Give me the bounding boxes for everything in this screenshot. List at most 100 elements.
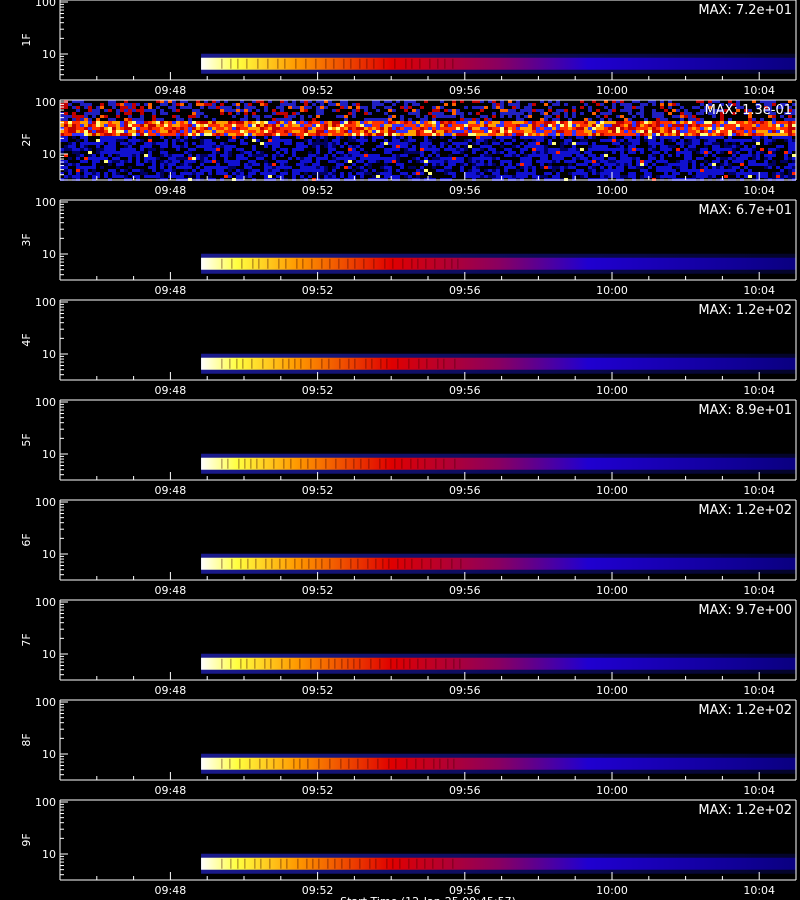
noise-cell <box>568 142 572 145</box>
noise-cell <box>432 160 436 163</box>
noise-cell <box>688 160 692 163</box>
noise-cell <box>304 166 308 169</box>
noise-cell <box>92 112 96 115</box>
burst-striation <box>290 458 292 469</box>
noise-cell <box>636 160 640 163</box>
noise-cell <box>412 109 416 112</box>
noise-cell <box>516 106 520 109</box>
noise-cell <box>580 112 584 115</box>
noise-cell <box>604 145 608 148</box>
noise-cell <box>420 127 424 130</box>
noise-cell <box>644 130 648 133</box>
noise-cell <box>548 133 552 136</box>
noise-cell <box>772 151 776 154</box>
noise-cell <box>396 130 400 133</box>
noise-cell <box>528 127 532 130</box>
noise-cell <box>92 133 96 136</box>
noise-cell <box>424 145 428 148</box>
noise-cell <box>732 172 736 175</box>
noise-cell <box>504 148 508 151</box>
noise-cell <box>164 163 168 166</box>
noise-cell <box>736 121 740 124</box>
burst-striation <box>437 358 439 369</box>
noise-cell <box>556 154 560 157</box>
noise-cell <box>248 169 252 172</box>
noise-cell <box>320 124 324 127</box>
noise-cell <box>636 130 640 133</box>
noise-cell <box>384 163 388 166</box>
noise-cell <box>284 103 288 106</box>
noise-cell <box>400 124 404 127</box>
noise-cell <box>268 169 272 172</box>
noise-cell <box>656 130 660 133</box>
noise-cell <box>400 133 404 136</box>
noise-cell <box>440 121 444 124</box>
noise-cell <box>116 139 120 142</box>
noise-cell <box>304 109 308 112</box>
noise-cell <box>668 106 672 109</box>
x-tick-label: 10:04 <box>743 484 775 497</box>
noise-cell <box>716 151 720 154</box>
noise-cell <box>484 115 488 118</box>
noise-cell <box>756 127 760 130</box>
noise-cell <box>756 124 760 127</box>
noise-cell <box>676 130 680 133</box>
noise-cell <box>332 121 336 124</box>
noise-cell <box>592 172 596 175</box>
noise-cell <box>572 112 576 115</box>
noise-cell <box>620 130 624 133</box>
noise-cell <box>292 169 296 172</box>
noise-cell <box>444 172 448 175</box>
noise-cell <box>572 160 576 163</box>
noise-cell <box>452 175 456 178</box>
noise-cell <box>96 127 100 130</box>
noise-cell <box>272 127 276 130</box>
noise-cell <box>380 145 384 148</box>
noise-cell <box>480 115 484 118</box>
noise-cell <box>560 145 564 148</box>
noise-cell <box>216 145 220 148</box>
noise-cell <box>676 121 680 124</box>
noise-cell <box>740 148 744 151</box>
noise-cell <box>188 166 192 169</box>
noise-cell <box>624 118 628 121</box>
noise-cell <box>428 139 432 142</box>
noise-cell <box>72 106 76 109</box>
noise-cell <box>324 154 328 157</box>
noise-cell <box>672 139 676 142</box>
noise-cell <box>500 136 504 139</box>
burst-striation <box>435 458 437 469</box>
noise-cell <box>628 109 632 112</box>
noise-cell <box>456 148 460 151</box>
noise-cell <box>88 151 92 154</box>
noise-cell <box>740 154 744 157</box>
noise-cell <box>236 127 240 130</box>
noise-cell <box>688 136 692 139</box>
noise-cell <box>772 139 776 142</box>
noise-cell <box>400 163 404 166</box>
noise-cell <box>344 154 348 157</box>
noise-cell <box>188 115 192 118</box>
noise-cell <box>340 127 344 130</box>
noise-cell <box>704 121 708 124</box>
noise-cell <box>120 160 124 163</box>
noise-cell <box>784 151 788 154</box>
noise-cell <box>208 124 212 127</box>
noise-cell <box>444 124 448 127</box>
noise-cell <box>76 172 80 175</box>
noise-cell <box>356 166 360 169</box>
noise-cell <box>584 175 588 178</box>
noise-cell <box>156 157 160 160</box>
noise-cell <box>244 157 248 160</box>
noise-cell <box>640 151 644 154</box>
noise-cell <box>472 169 476 172</box>
noise-cell <box>112 103 116 106</box>
noise-cell <box>64 127 68 130</box>
burst-striation <box>406 758 408 769</box>
noise-cell <box>528 157 532 160</box>
noise-cell <box>732 151 736 154</box>
noise-cell <box>320 112 324 115</box>
noise-cell <box>332 127 336 130</box>
burst-striation <box>238 458 240 469</box>
noise-cell <box>476 172 480 175</box>
